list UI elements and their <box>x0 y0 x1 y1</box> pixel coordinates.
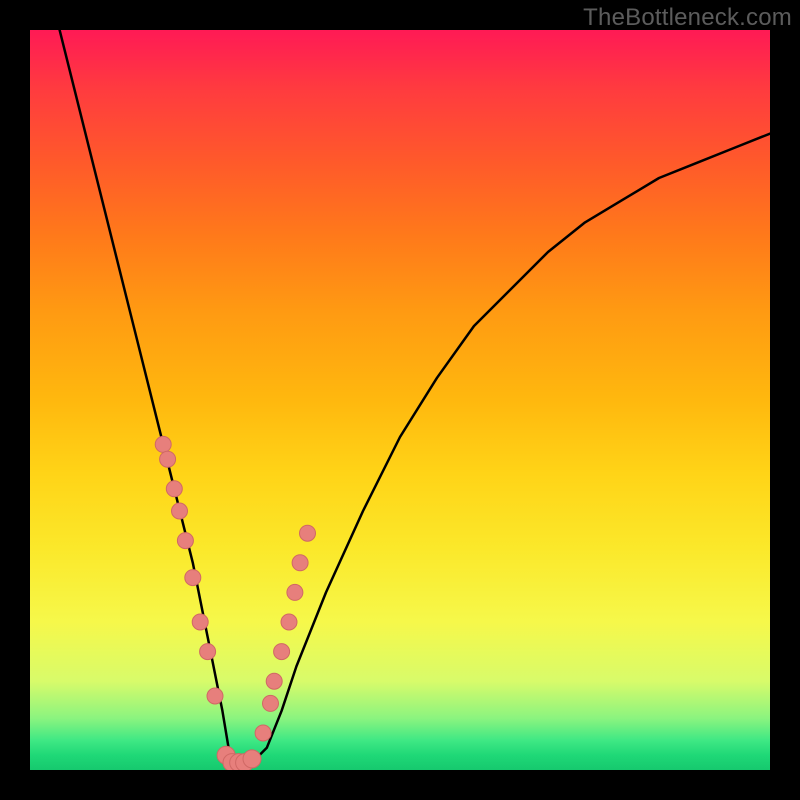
data-marker <box>255 725 271 741</box>
data-marker <box>292 555 308 571</box>
curve-layer <box>30 30 770 770</box>
data-marker <box>185 570 201 586</box>
data-marker <box>192 614 208 630</box>
data-marker <box>300 525 316 541</box>
data-marker <box>274 644 290 660</box>
data-marker <box>207 688 223 704</box>
data-marker <box>200 644 216 660</box>
data-marker <box>155 436 171 452</box>
markers-layer <box>155 436 315 770</box>
data-marker <box>166 481 182 497</box>
data-marker <box>243 750 261 768</box>
watermark-text: TheBottleneck.com <box>583 4 792 32</box>
data-marker <box>172 503 188 519</box>
data-marker <box>287 584 303 600</box>
chart-container: TheBottleneck.com <box>0 0 800 800</box>
bottleneck-curve <box>60 30 770 763</box>
data-marker <box>263 695 279 711</box>
data-marker <box>177 533 193 549</box>
plot-area <box>30 30 770 770</box>
data-marker <box>160 451 176 467</box>
data-marker <box>266 673 282 689</box>
data-marker <box>281 614 297 630</box>
